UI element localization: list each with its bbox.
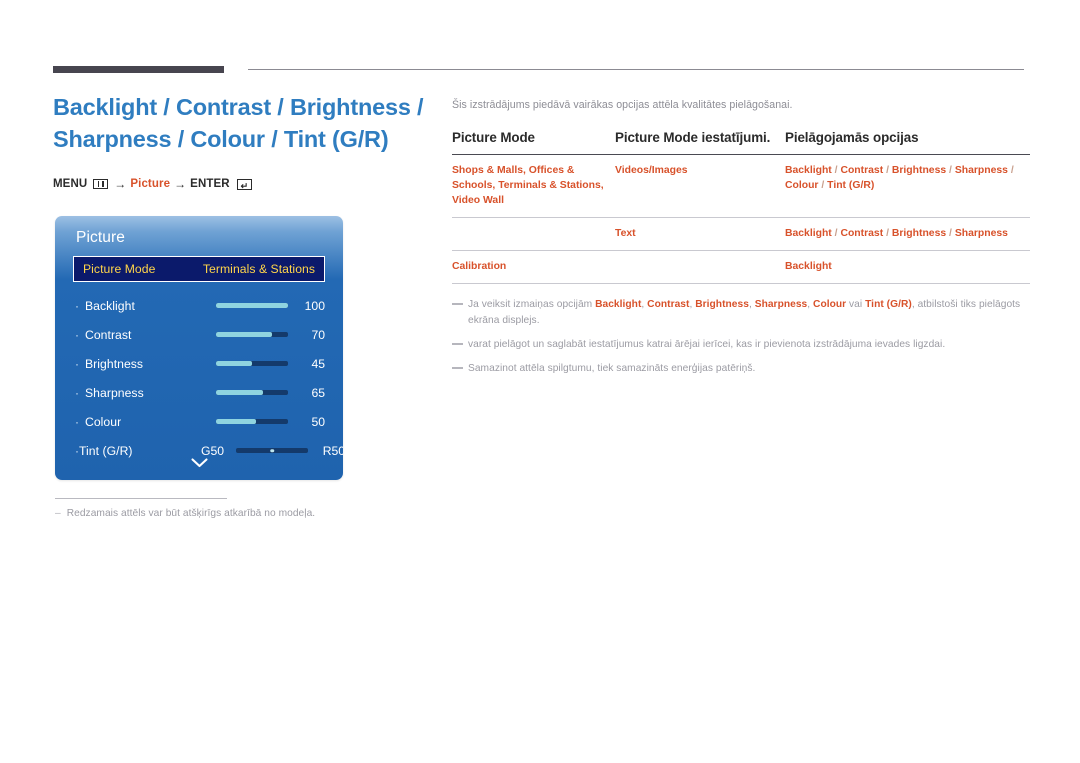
osd-panel: Picture Picture Mode Terminals & Station… [55, 216, 343, 480]
column-header-picture-mode-settings: Picture Mode iestatījumi. [615, 130, 771, 145]
cell-picture-mode: Calibration [452, 250, 615, 285]
table-row: Shops & Malls, Offices & Schools, Termin… [452, 155, 1030, 218]
osd-value-sharpness: 65 [311, 385, 325, 400]
sep: vai [846, 299, 866, 311]
cell-adjustable-options: Backlight / Contrast / Brightness / Shar… [785, 217, 1030, 251]
dash-icon: – [55, 508, 61, 519]
osd-row-backlight[interactable]: · Backlight 100 [73, 291, 325, 320]
footnote-term-contrast: Contrast [647, 299, 690, 311]
footnote-item: varat pielāgot un saglabāt iestatījumus … [452, 337, 1030, 352]
footnote-pre: Ja veiksit izmaiņas opcijām [468, 299, 596, 311]
footnotes: Ja veiksit izmaiņas opcijām Backlight, C… [452, 297, 1030, 376]
footnote-term-backlight: Backlight [595, 299, 642, 311]
menu-path-target[interactable]: Picture [130, 178, 170, 190]
osd-tint-knob[interactable] [270, 448, 274, 453]
menu-path-arrow-1: → [114, 177, 127, 192]
header-accent-bar [53, 66, 224, 73]
cell-adjustable-options: Backlight [785, 250, 1030, 285]
dash-icon [452, 342, 463, 345]
osd-row-label: Backlight [85, 298, 135, 313]
right-column: Šis izstrādājums piedāvā vairākas opcija… [452, 99, 1030, 386]
picture-mode-table: Picture Mode Picture Mode iestatījumi. P… [452, 130, 1030, 285]
osd-row-sharpness[interactable]: · Sharpness 65 [73, 378, 325, 407]
chevron-down-icon[interactable] [55, 456, 343, 471]
left-footnote-text: Redzamais attēls var būt atšķirīgs atkar… [66, 508, 316, 519]
table-row: Text Backlight / Contrast / Brightness /… [452, 217, 1030, 251]
osd-value-backlight: 100 [304, 298, 325, 313]
osd-row-contrast[interactable]: · Contrast 70 [73, 320, 325, 349]
osd-picture-mode-value: Terminals & Stations [202, 262, 315, 276]
osd-row-picture-mode[interactable]: Picture Mode Terminals & Stations [73, 256, 325, 282]
osd-slider-backlight[interactable] [216, 303, 288, 308]
osd-value-brightness: 45 [311, 356, 325, 371]
page-title-line-1: Backlight / Contrast / Brightness / [53, 94, 424, 120]
left-footnote-row: – Redzamais attēls var būt atšķirīgs atk… [55, 508, 395, 519]
left-column: Backlight / Contrast / Brightness / Shar… [53, 92, 433, 191]
menu-path-menu-label: MENU [53, 178, 88, 191]
footnote-term-brightness: Brightness [695, 299, 749, 311]
menu-path-arrow-2: → [174, 177, 187, 192]
osd-value-contrast: 70 [311, 327, 325, 342]
page-title-line-2: Sharpness / Colour / Tint (G/R) [53, 125, 389, 152]
osd-slider-sharpness[interactable] [216, 390, 288, 395]
cell-picture-mode-settings: Videos/Images [615, 165, 688, 176]
osd-picture-mode-label: Picture Mode [83, 262, 156, 276]
cell-picture-mode [452, 217, 615, 251]
footnote-text: varat pielāgot un saglabāt iestatījumus … [468, 338, 946, 350]
osd-value-colour: 50 [311, 414, 325, 429]
table-body: Shops & Malls, Offices & Schools, Termin… [452, 155, 1030, 285]
osd-slider-brightness[interactable] [216, 361, 288, 366]
menu-path-enter-label: ENTER [190, 178, 230, 191]
footnote-term-sharpness: Sharpness [754, 299, 808, 311]
dash-icon [452, 367, 463, 369]
osd-row-label: Brightness [85, 356, 144, 371]
osd-slider-colour[interactable] [216, 419, 288, 424]
page-title: Backlight / Contrast / Brightness / Shar… [53, 92, 433, 155]
page-root: Backlight / Contrast / Brightness / Shar… [0, 0, 1080, 763]
column-header-adjustable-options: Pielāgojamās opcijas [785, 130, 919, 145]
table-head: Picture Mode Picture Mode iestatījumi. P… [452, 130, 1030, 155]
osd-slider-tint[interactable] [236, 448, 309, 453]
menu-path: MENU → Picture → ENTER ↵ [53, 177, 433, 191]
osd-row-label: Colour [85, 414, 122, 429]
cell-adjustable-options: Backlight / Contrast / Brightness / Shar… [785, 165, 1014, 192]
table-row: Calibration Backlight [452, 250, 1030, 285]
osd-row-brightness[interactable]: · Brightness 45 [73, 349, 325, 378]
bullet-icon: · [75, 327, 79, 342]
osd-row-colour[interactable]: · Colour 50 [73, 407, 325, 436]
footnote-term-colour: Colour [813, 299, 847, 311]
footnote-text: Ja veiksit izmaiņas opcijām Backlight, C… [468, 297, 1030, 328]
enter-key-icon: ↵ [236, 178, 252, 191]
cell-picture-mode-settings [615, 250, 785, 285]
cell-picture-mode: Shops & Malls, Offices & Schools, Termin… [452, 165, 604, 207]
bullet-icon: · [75, 414, 79, 429]
osd-slider-contrast[interactable] [216, 332, 288, 337]
osd-row-label: Sharpness [85, 385, 144, 400]
footnote-item: Ja veiksit izmaiņas opcijām Backlight, C… [452, 297, 1030, 328]
intro-text: Šis izstrādājums piedāvā vairākas opcija… [452, 99, 793, 111]
footnote-item: Samazinot attēla spilgtumu, tiek samazin… [452, 361, 1030, 376]
bullet-icon: · [75, 298, 79, 313]
bullet-icon: · [75, 356, 79, 371]
cell-picture-mode-settings: Text [615, 217, 785, 251]
osd-title: Picture [76, 229, 125, 246]
left-footnote: – Redzamais attēls var būt atšķirīgs atk… [55, 498, 395, 519]
footnote-text: Samazinot attēla spilgtumu, tiek samazin… [468, 363, 756, 375]
column-header-picture-mode: Picture Mode [452, 130, 535, 145]
bullet-icon: · [75, 385, 79, 400]
osd-row-label: Contrast [85, 327, 132, 342]
table-header-row: Picture Mode Picture Mode iestatījumi. P… [452, 130, 1030, 155]
footnote-term-tint: Tint (G/R) [865, 299, 912, 311]
left-footnote-divider [55, 498, 227, 499]
header-divider-line [248, 69, 1024, 70]
grid-icon [93, 179, 109, 190]
dash-icon [452, 303, 463, 305]
